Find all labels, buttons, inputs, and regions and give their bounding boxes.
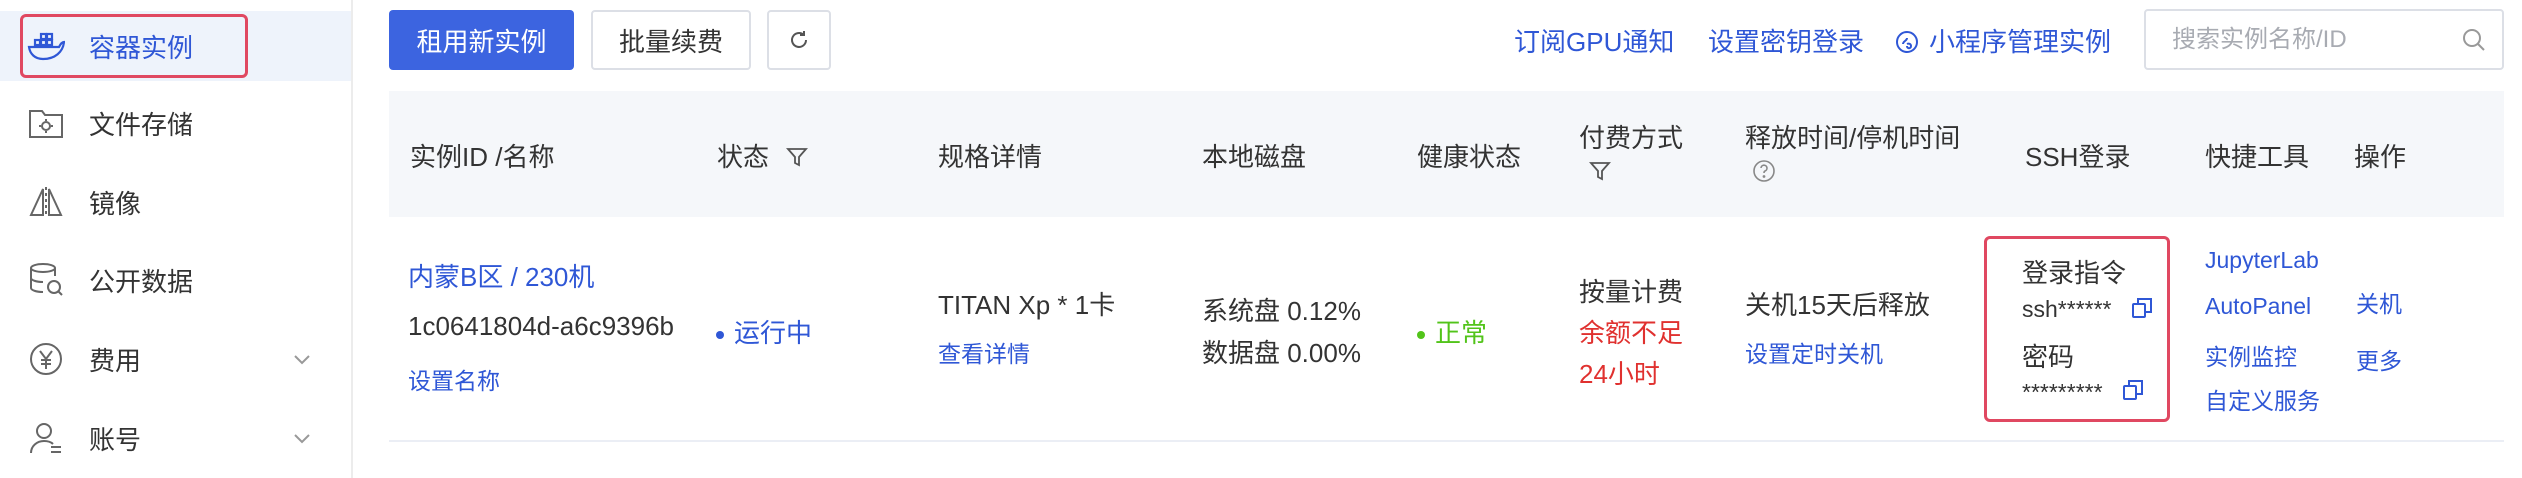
- sidebar-item-file-storage[interactable]: 文件存储: [0, 88, 351, 158]
- header-health: 健康状态: [1417, 142, 1522, 172]
- subscribe-gpu-link[interactable]: 订阅GPU通知: [1514, 22, 1674, 59]
- header-status: 状态: [717, 137, 809, 174]
- search-icon[interactable]: [2460, 26, 2488, 54]
- status-running: 运行中: [716, 313, 812, 350]
- tool-jupyterlab-link[interactable]: JupyterLab: [2205, 247, 2319, 274]
- mirror-icon: [26, 182, 66, 222]
- balance-warning-duration: 24小时: [1579, 359, 1660, 389]
- system-disk-usage: 系统盘 0.12%: [1202, 296, 1361, 326]
- header-tools: 快捷工具: [2205, 142, 2310, 172]
- batch-renew-button[interactable]: 批量续费: [591, 10, 751, 70]
- folder-gear-icon: [26, 103, 66, 143]
- chevron-down-icon: [294, 355, 310, 365]
- search-input[interactable]: [2144, 9, 2504, 70]
- filter-icon[interactable]: [786, 146, 809, 168]
- table-row: 内蒙B区 / 230机 1c0641804d-a6c9396b 设置名称 运行中…: [389, 217, 2504, 442]
- shutdown-link[interactable]: 关机: [2356, 285, 2402, 319]
- header-billing: 付费方式: [1579, 123, 1684, 153]
- balance-warning: 余额不足: [1579, 318, 1684, 348]
- tool-autopanel-link[interactable]: AutoPanel: [2205, 293, 2311, 320]
- ssh-login-highlight: [1984, 236, 2170, 422]
- mini-program-link[interactable]: 小程序管理实例: [1895, 22, 2111, 59]
- sidebar-item-label: 账号: [89, 424, 142, 455]
- view-details-link[interactable]: 查看详情: [938, 335, 1030, 369]
- spec-gpu: TITAN Xp * 1卡: [938, 290, 1116, 320]
- header-disk: 本地磁盘: [1202, 142, 1307, 172]
- sidebar-item-label: 公开数据: [89, 266, 194, 297]
- set-key-login-link[interactable]: 设置密钥登录: [1708, 22, 1864, 59]
- tool-custom-service-link[interactable]: 自定义服务: [2205, 382, 2320, 416]
- sidebar-item-images[interactable]: 镜像: [0, 167, 351, 237]
- refresh-button[interactable]: [767, 10, 831, 70]
- header-release-time: 释放时间/停机时间: [1745, 123, 1961, 153]
- filter-icon[interactable]: [1589, 160, 1611, 182]
- header-ssh: SSH登录: [2025, 142, 2131, 172]
- billing-method: 按量计费: [1579, 277, 1684, 307]
- sidebar: 容器实例 文件存储 镜像 公开数据 费用 账号: [0, 0, 353, 478]
- sidebar-item-billing[interactable]: 费用: [0, 324, 351, 394]
- set-name-link[interactable]: 设置名称: [408, 362, 500, 396]
- set-timed-shutdown-link[interactable]: 设置定时关机: [1745, 335, 1883, 369]
- rent-new-instance-button[interactable]: 租用新实例: [389, 10, 574, 70]
- header-id-name: 实例ID /名称: [410, 142, 555, 172]
- sidebar-item-container-instances[interactable]: 容器实例: [0, 11, 351, 81]
- status-dot: [716, 331, 724, 340]
- health-status: 正常: [1417, 313, 1487, 350]
- database-icon: [26, 260, 66, 300]
- more-link[interactable]: 更多: [2356, 342, 2402, 376]
- sidebar-item-account[interactable]: 账号: [0, 403, 351, 473]
- release-info: 关机15天后释放: [1745, 290, 1930, 320]
- instance-id: 1c0641804d-a6c9396b: [408, 311, 675, 341]
- instance-region-name[interactable]: 内蒙B区 / 230机: [408, 257, 594, 294]
- sidebar-item-public-data[interactable]: 公开数据: [0, 245, 351, 315]
- health-dot: [1417, 331, 1425, 340]
- header-operations: 操作: [2354, 142, 2407, 172]
- tool-monitor-link[interactable]: 实例监控: [2205, 338, 2297, 372]
- mini-program-icon: [1896, 31, 1918, 53]
- yen-icon: [26, 339, 66, 379]
- chevron-down-icon: [294, 434, 310, 444]
- help-icon[interactable]: [1752, 159, 1776, 183]
- header-spec: 规格详情: [938, 142, 1043, 172]
- table-header: 实例ID /名称 状态 规格详情 本地磁盘 健康状态 付费方式 释放时间/停机时…: [389, 91, 2504, 217]
- sidebar-item-label: 容器实例: [89, 32, 194, 63]
- sidebar-item-label: 费用: [89, 345, 142, 376]
- user-icon: [26, 418, 66, 458]
- docker-whale-icon: [26, 26, 66, 66]
- sidebar-item-label: 文件存储: [89, 109, 194, 140]
- refresh-icon: [791, 31, 807, 48]
- sidebar-item-label: 镜像: [89, 188, 142, 219]
- data-disk-usage: 数据盘 0.00%: [1202, 338, 1361, 368]
- mini-program-label: 小程序管理实例: [1929, 27, 2112, 57]
